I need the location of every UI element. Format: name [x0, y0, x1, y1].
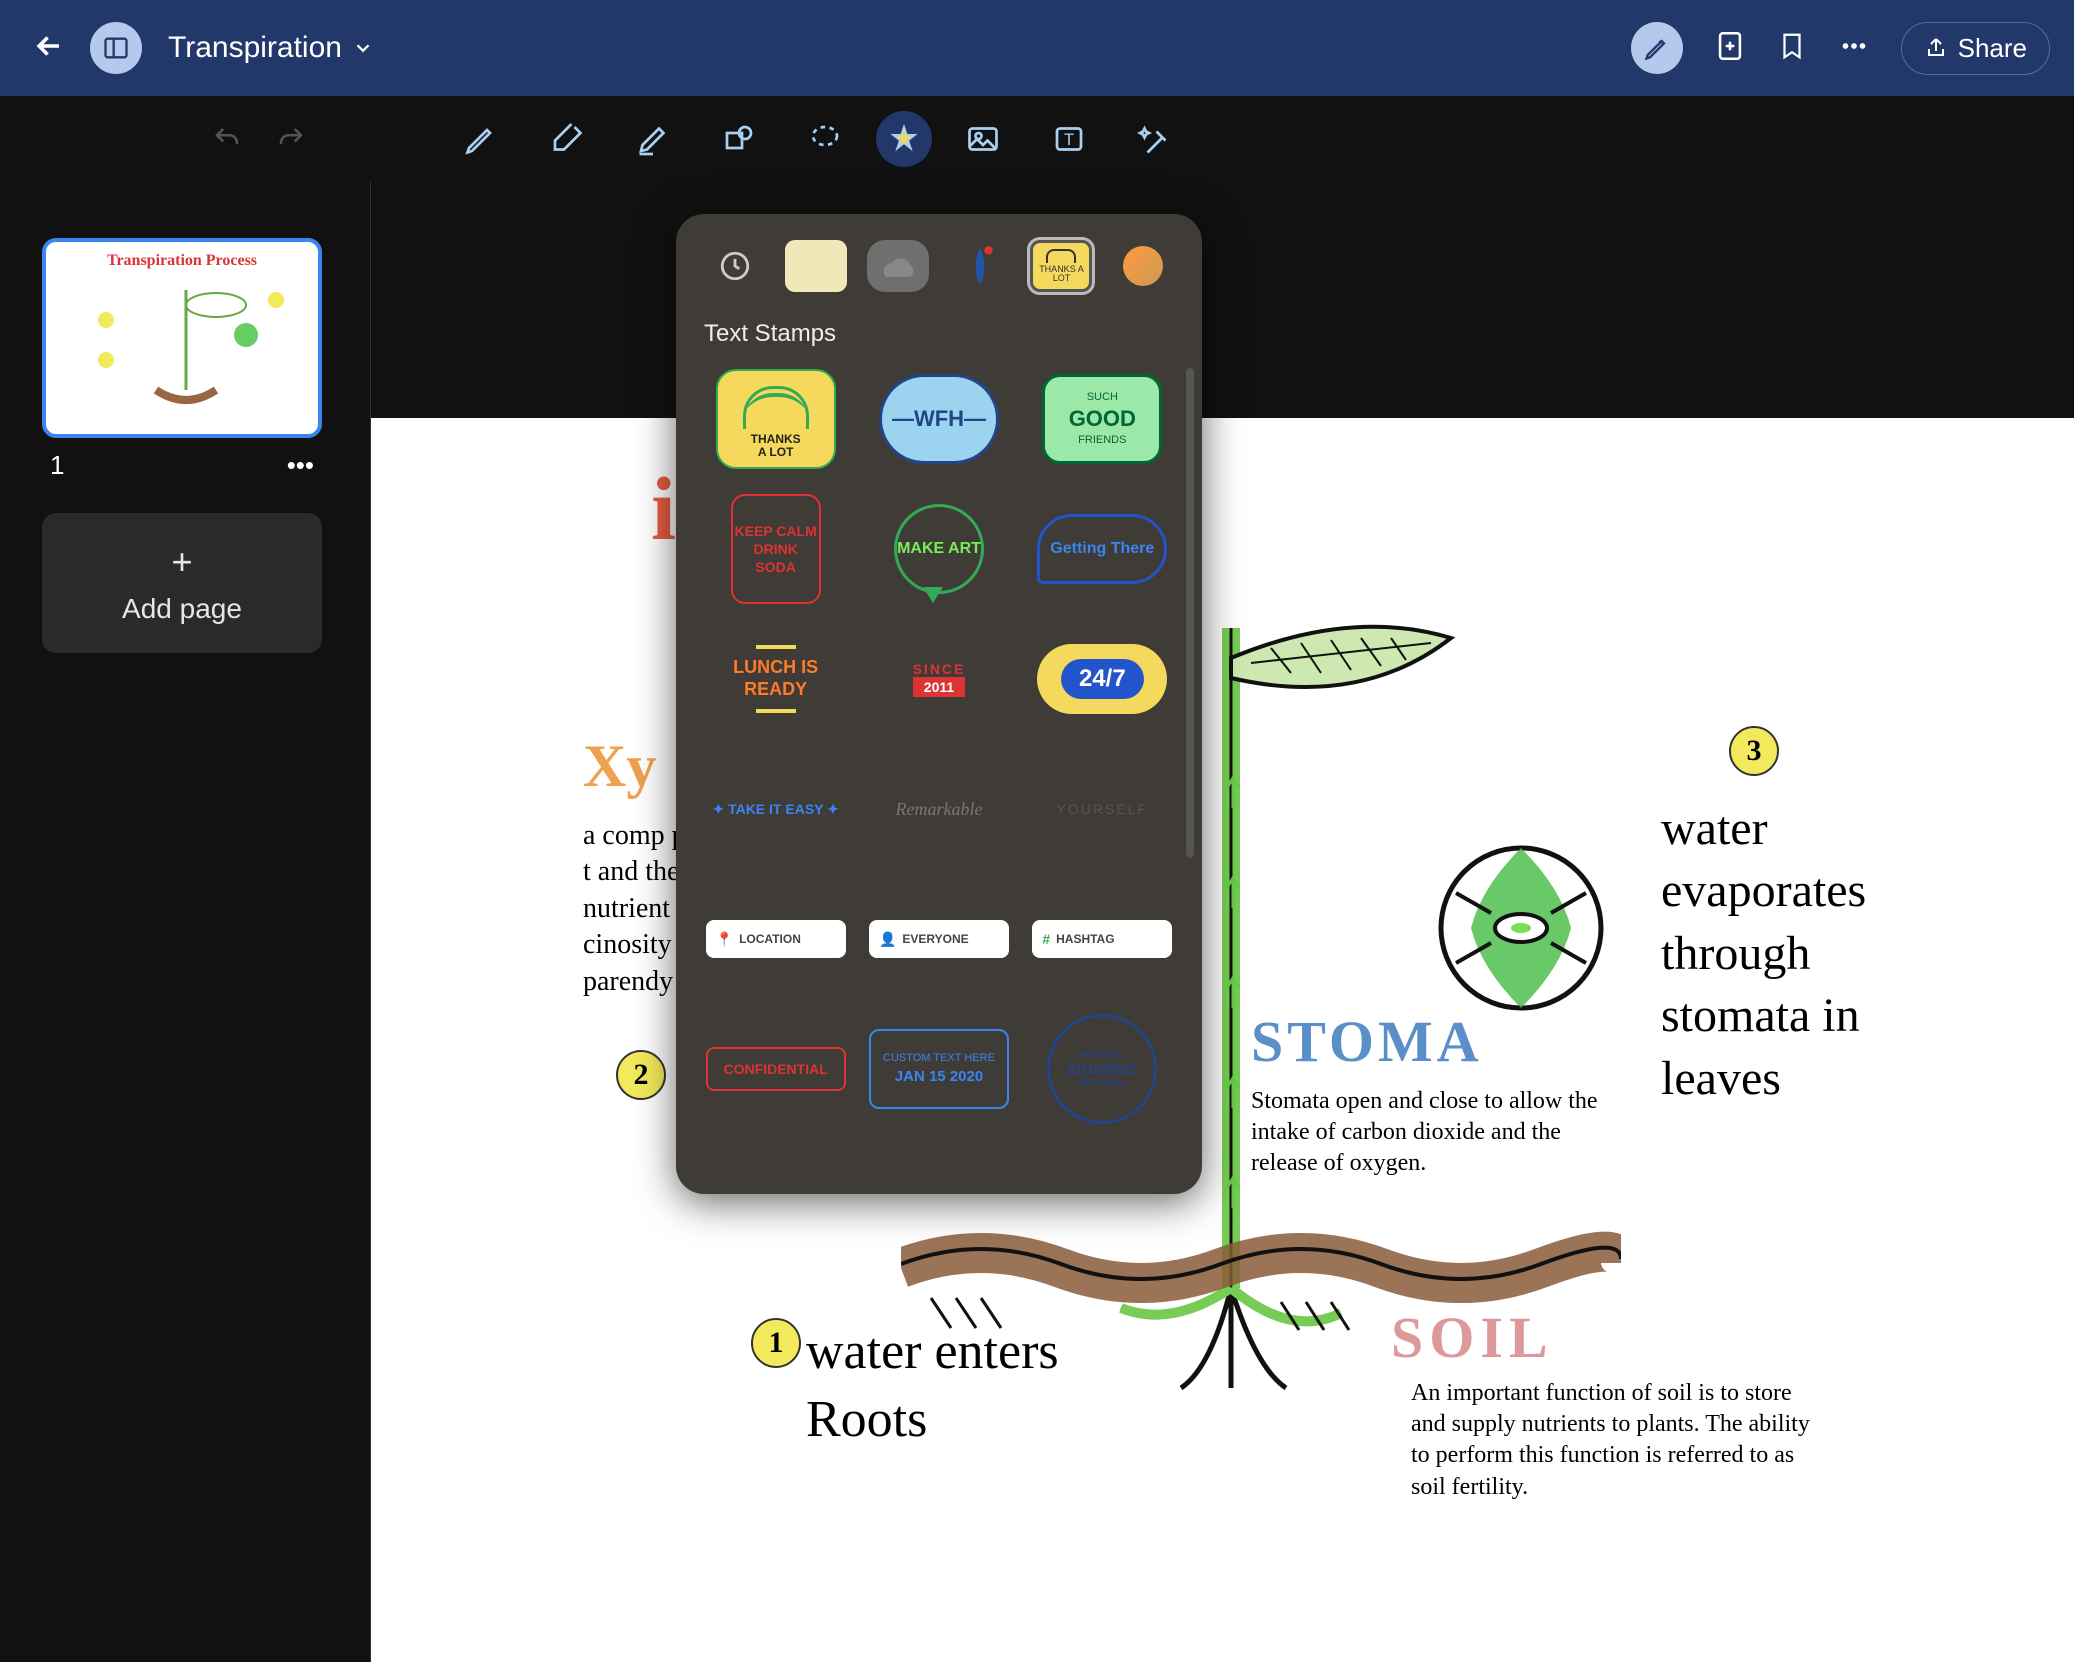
sticker-since-2011[interactable]: SINCE2011	[863, 624, 1014, 734]
sticker-make-art[interactable]: MAKE ART	[863, 494, 1014, 604]
tab-sticky-notes[interactable]	[785, 240, 847, 292]
add-page-label: Add page	[122, 593, 242, 625]
redo-button[interactable]	[274, 124, 308, 154]
step1-note: water enters Roots	[806, 1318, 1106, 1453]
tab-recent[interactable]	[704, 240, 766, 292]
sticker-lunch-ready[interactable]: LUNCH IS READY	[700, 624, 851, 734]
step-badge-2: 2	[616, 1050, 666, 1100]
stoma-drawing	[1431, 838, 1611, 1018]
pages-panel: Transpiration Process 1 ••• + Add page	[42, 238, 322, 653]
eraser-tool[interactable]	[532, 109, 602, 169]
tab-thought-bubbles[interactable]	[867, 240, 929, 292]
document-title-dropdown[interactable]: Transpiration	[168, 31, 374, 65]
popover-scrollbar[interactable]	[1186, 368, 1194, 858]
step-badge-1: 1	[751, 1318, 801, 1368]
tab-text-stamps[interactable]: THANKS A LOT	[1030, 240, 1092, 292]
sticker-location[interactable]: 📍LOCATION	[700, 884, 851, 994]
sticker-hashtag[interactable]: #HASHTAG	[1027, 884, 1178, 994]
image-tool[interactable]	[948, 109, 1018, 169]
sticker-custom-date[interactable]: CUSTOM TEXT HEREJAN 15 2020	[863, 1014, 1014, 1124]
page-meta: 1 •••	[42, 450, 322, 481]
pen-tool[interactable]	[446, 109, 516, 169]
undo-button[interactable]	[210, 124, 244, 154]
more-options-button[interactable]	[1837, 29, 1871, 68]
stickers-grid: THANKS A LOT — WFH — SUCHGOODFRIENDS KEE…	[676, 364, 1202, 1164]
sticker-24-7[interactable]: 24/7	[1027, 624, 1178, 734]
sticker-everyone[interactable]: 👤EVERYONE	[863, 884, 1014, 994]
sticker-air-mail[interactable]: AIR MAIL21/10/2021AIR MAIL	[1027, 1014, 1178, 1124]
canvas-area: ion Process Xy a comp plants t and the n…	[370, 182, 2074, 1662]
sticker-yourself[interactable]: YOURSELF	[1027, 754, 1178, 864]
header-left: Transpiration	[24, 21, 374, 76]
popover-section-title: Text Stamps	[676, 310, 1202, 364]
stoma-heading: STOMA	[1251, 1008, 1483, 1075]
sticker-take-it-easy[interactable]: ✦ TAKE IT EASY ✦	[700, 754, 851, 864]
note-canvas[interactable]: ion Process Xy a comp plants t and the n…	[371, 418, 2074, 1662]
app-header: Transpiration Share	[0, 0, 2074, 96]
pages-panel-toggle[interactable]	[90, 22, 142, 74]
sticker-remarkable[interactable]: Remarkable	[863, 754, 1014, 864]
header-right: Share	[1631, 22, 2050, 75]
sticker-confidential[interactable]: CONFIDENTIAL	[700, 1014, 851, 1124]
tab-pen-stickers[interactable]	[949, 240, 1011, 292]
stoma-note: Stomata open and close to allow the inta…	[1251, 1086, 1611, 1180]
step3-note: water evaporates through stomata in leav…	[1661, 798, 1921, 1110]
sticker-wfh[interactable]: — WFH —	[863, 364, 1014, 474]
highlighter-tool[interactable]	[618, 109, 688, 169]
text-tool[interactable]: T	[1034, 109, 1104, 169]
page-thumbnail-1[interactable]: Transpiration Process	[42, 238, 322, 438]
sticker-good-friends[interactable]: SUCHGOODFRIENDS	[1027, 364, 1178, 474]
add-page-button[interactable]: + Add page	[42, 513, 322, 653]
soil-note: An important function of soil is to stor…	[1411, 1378, 1811, 1503]
add-document-button[interactable]	[1713, 29, 1747, 68]
share-button[interactable]: Share	[1901, 22, 2050, 75]
thumb-sketch	[46, 270, 322, 430]
step-badge-3: 3	[1729, 726, 1779, 776]
bookmark-button[interactable]	[1777, 29, 1807, 68]
sticker-keep-calm[interactable]: KEEP CALM DRINK SODA	[700, 494, 851, 604]
stickers-popover: THANKS A LOT Text Stamps THANKS A LOT — …	[676, 214, 1202, 1194]
edit-mode-button[interactable]	[1631, 22, 1683, 74]
sticker-getting-there[interactable]: Getting There	[1027, 494, 1178, 604]
effects-tool[interactable]	[1120, 109, 1190, 169]
page-more-button[interactable]: •••	[287, 450, 314, 481]
history-controls	[210, 124, 308, 154]
chevron-down-icon	[352, 37, 374, 59]
back-button[interactable]	[24, 21, 74, 76]
popover-caret	[924, 214, 960, 218]
thumb-title: Transpiration Process	[46, 242, 318, 270]
xylem-heading: Xy	[583, 732, 656, 801]
editor-toolbar: T	[0, 96, 2074, 182]
sticker-category-tabs: THANKS A LOT	[676, 214, 1202, 310]
shape-tool[interactable]	[704, 109, 774, 169]
lasso-tool[interactable]	[790, 109, 860, 169]
soil-heading: SOIL	[1391, 1304, 1554, 1371]
svg-text:T: T	[1064, 131, 1074, 149]
stickers-tool[interactable]	[876, 111, 932, 167]
document-title: Transpiration	[168, 31, 342, 65]
share-icon	[1924, 36, 1948, 60]
share-label: Share	[1958, 33, 2027, 64]
sticker-sign-here[interactable]: SIGN HERE	[700, 1144, 851, 1164]
plus-icon: +	[171, 541, 192, 583]
sticker-thanks-a-lot[interactable]: THANKS A LOT	[700, 364, 851, 474]
page-number: 1	[50, 450, 64, 481]
tab-planets[interactable]	[1112, 240, 1174, 292]
